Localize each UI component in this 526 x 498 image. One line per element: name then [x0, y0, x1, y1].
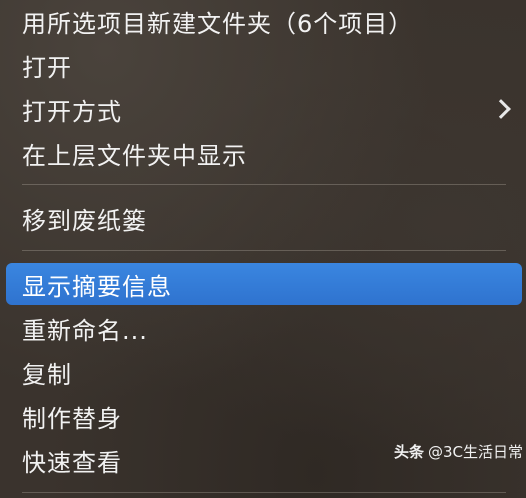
menu-item-show-in-enclosing-folder[interactable]: 在上层文件夹中显示	[6, 132, 522, 174]
menu-item-label: 用所选项目新建文件夹（6个项目）	[22, 9, 414, 38]
menu-item-open[interactable]: 打开	[6, 44, 522, 86]
menu-item-open-with[interactable]: 打开方式	[6, 88, 522, 130]
menu-item-label: 移到废纸篓	[22, 206, 147, 235]
context-menu: 用所选项目新建文件夹（6个项目） 打开 打开方式 在上层文件夹中显示 移到废纸篓…	[0, 0, 526, 498]
watermark-brand: 头条	[394, 442, 425, 461]
menu-item-label: 制作替身	[22, 404, 122, 433]
menu-item-label: 重新命名...	[22, 316, 148, 345]
menu-item-label: 复制	[22, 360, 72, 389]
menu-item-duplicate[interactable]: 复制	[6, 351, 522, 393]
menu-item-label: 快速查看	[22, 448, 122, 477]
menu-item-move-to-trash[interactable]: 移到废纸篓	[6, 197, 522, 239]
menu-item-make-alias[interactable]: 制作替身	[6, 395, 522, 437]
watermark-handle: @3C生活日常	[428, 442, 524, 461]
menu-separator	[22, 250, 506, 251]
menu-item-label: 显示摘要信息	[22, 272, 172, 301]
menu-item-get-info[interactable]: 显示摘要信息	[6, 263, 522, 305]
menu-separator	[22, 184, 506, 185]
menu-separator	[22, 492, 506, 493]
menu-item-rename[interactable]: 重新命名...	[6, 307, 522, 349]
menu-item-new-folder-with-selection[interactable]: 用所选项目新建文件夹（6个项目）	[6, 0, 522, 42]
menu-item-label: 在上层文件夹中显示	[22, 141, 247, 170]
chevron-right-icon	[491, 99, 511, 119]
menu-item-label: 打开方式	[22, 97, 122, 126]
menu-item-label: 打开	[22, 53, 72, 82]
watermark: 头条 @3C生活日常	[394, 440, 523, 462]
